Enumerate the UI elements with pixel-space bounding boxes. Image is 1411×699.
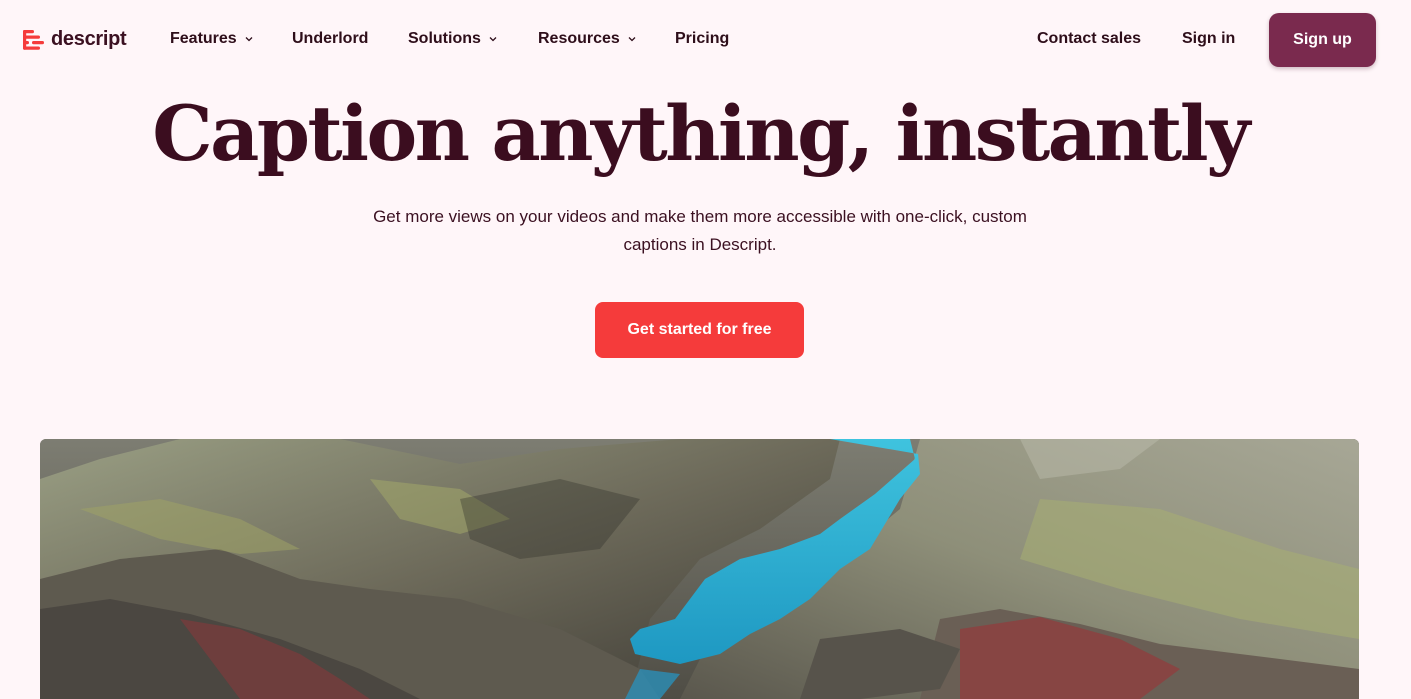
descript-logo[interactable]: descript	[23, 28, 127, 54]
nav-pricing-label: Pricing	[675, 30, 730, 47]
top-navigation: descript Features Underlord Solutions Re…	[0, 0, 1411, 80]
sign-up-button[interactable]: Sign up	[1269, 13, 1376, 67]
aerial-landscape-image	[40, 439, 1359, 699]
get-started-button[interactable]: Get started for free	[595, 302, 804, 358]
nav-underlord-label: Underlord	[292, 30, 369, 47]
hero-subtitle-line1: Get more views on your videos and make t…	[373, 207, 1027, 226]
nav-underlord[interactable]: Underlord	[292, 30, 368, 48]
nav-solutions[interactable]: Solutions	[408, 30, 497, 48]
nav-resources[interactable]: Resources	[538, 30, 636, 48]
hero-subtitle: Get more views on your videos and make t…	[310, 203, 1090, 259]
nav-pricing[interactable]: Pricing	[675, 30, 729, 48]
chevron-down-icon	[628, 37, 636, 42]
nav-solutions-label: Solutions	[408, 30, 481, 47]
chevron-down-icon	[489, 37, 497, 42]
logo-wordmark: descript	[51, 28, 127, 50]
nav-features[interactable]: Features	[170, 30, 253, 48]
chevron-down-icon	[245, 37, 253, 42]
hero-media	[40, 439, 1359, 699]
nav-resources-label: Resources	[538, 30, 620, 47]
hero-subtitle-line2: captions in Descript.	[623, 235, 777, 254]
hero-title: Caption anything, instantly	[152, 89, 1250, 178]
contact-sales-link[interactable]: Contact sales	[1037, 30, 1141, 48]
nav-features-label: Features	[170, 30, 237, 47]
descript-logo-icon	[23, 30, 44, 50]
sign-in-link[interactable]: Sign in	[1182, 30, 1235, 48]
